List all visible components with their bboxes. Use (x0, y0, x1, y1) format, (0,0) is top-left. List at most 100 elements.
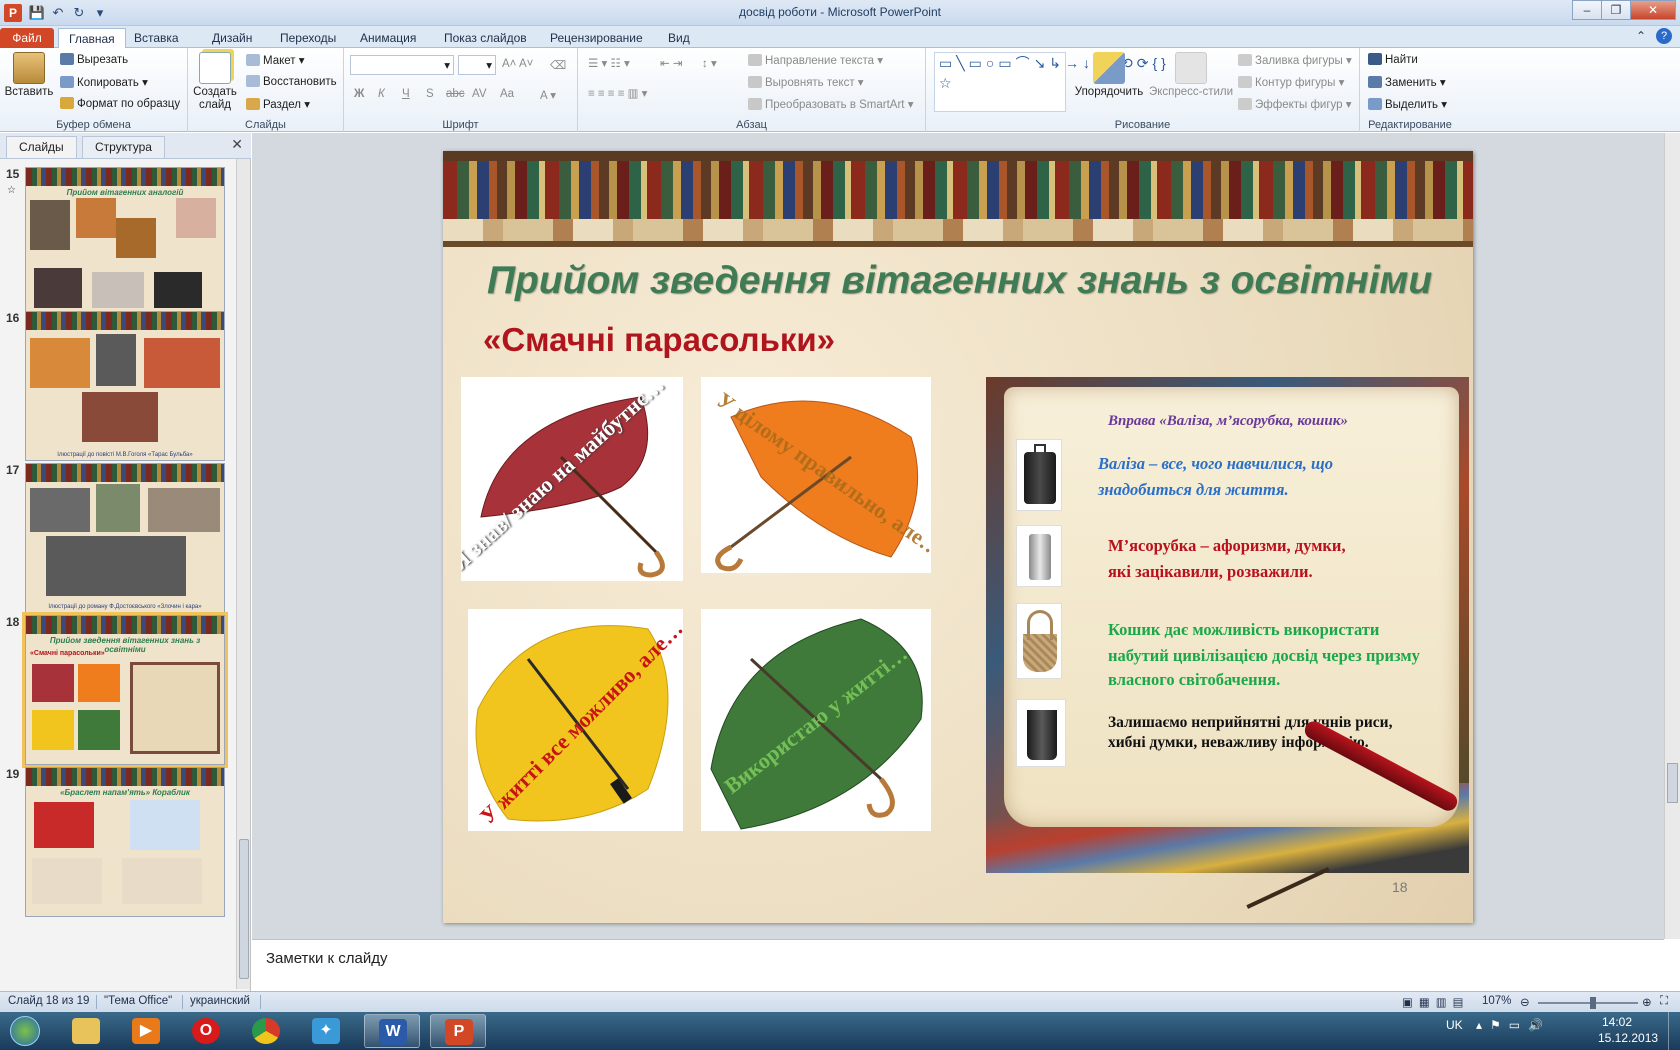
help-icon[interactable]: ? (1656, 28, 1672, 44)
shadow-button[interactable]: S (426, 88, 434, 100)
text-direction-button[interactable]: Направление текста ▾ (748, 53, 883, 67)
reset-button[interactable]: Восстановить (246, 75, 337, 88)
tray-icons[interactable]: ▴⚑▭🔊 (1476, 1018, 1551, 1032)
close-button[interactable]: ✕ (1630, 0, 1676, 20)
tab-transitions[interactable]: Переходы (270, 28, 346, 48)
view-buttons[interactable]: ▣▦▥▤ (1402, 995, 1469, 1009)
taskbar-word[interactable]: W (364, 1014, 420, 1048)
taskbar-explorer[interactable] (58, 1014, 114, 1048)
strikethrough-button[interactable]: abc (446, 88, 465, 100)
arrange-button[interactable]: Упорядочить (1072, 52, 1146, 99)
grow-font-icon[interactable]: A˄ A˅ (502, 58, 533, 70)
align-icons[interactable]: ≡ ≡ ≡ ≡ ▥ ▾ (588, 86, 647, 100)
cut-button[interactable]: Вырезать (60, 53, 128, 66)
format-painter-button[interactable]: Формат по образцу (60, 97, 180, 110)
taskbar-media[interactable]: ▶ (118, 1014, 174, 1048)
zoom-level[interactable]: 107% (1482, 995, 1511, 1007)
new-slide-button[interactable]: Создать слайд (192, 52, 238, 112)
layout-icon (246, 54, 260, 66)
panel-scroll-thumb[interactable] (239, 839, 249, 979)
font-color-icon[interactable]: A ▾ (540, 88, 556, 102)
thumb-scroll-panel (130, 662, 220, 754)
smartart-button[interactable]: Преобразовать в SmartArt ▾ (748, 97, 913, 111)
zoom-slider[interactable] (1538, 997, 1638, 1009)
font-name-select[interactable]: ▾ (350, 55, 454, 75)
taskbar-chrome[interactable] (238, 1014, 294, 1048)
tab-home[interactable]: Главная (58, 28, 126, 48)
cursor-icon (1368, 98, 1382, 110)
start-button[interactable] (2, 1012, 48, 1050)
char-spacing-button[interactable]: AV (472, 88, 487, 100)
replace-button[interactable]: Заменить ▾ (1368, 75, 1446, 89)
select-button[interactable]: Выделить ▾ (1368, 97, 1447, 111)
paste-button[interactable]: Вставить (4, 52, 54, 99)
quick-styles-button[interactable]: Экспресс-стили (1148, 52, 1234, 99)
find-button[interactable]: Найти (1368, 53, 1418, 66)
suitcase-text-1: Валіза – все, чого навчилися, що (1098, 454, 1334, 473)
thumb-photo (82, 392, 158, 442)
bullets-icon[interactable]: ☰ ▾ ☷ ▾ (588, 56, 630, 70)
bold-button[interactable]: Ж (354, 88, 364, 100)
clock-time[interactable]: 14:02 (1602, 1015, 1632, 1029)
current-slide[interactable]: Прийом зведення вітагенних знань з освіт… (443, 151, 1473, 923)
clock-date[interactable]: 15.12.2013 (1598, 1031, 1658, 1045)
maximize-button[interactable]: ❐ (1601, 0, 1631, 20)
taskbar-bird[interactable]: ✦ (298, 1014, 354, 1048)
underline-button[interactable]: Ч (402, 88, 410, 100)
tab-design[interactable]: Дизайн (202, 28, 262, 48)
shape-effects-button[interactable]: Эффекты фигур ▾ (1238, 97, 1352, 111)
exercise-panel[interactable]: Вправа «Валіза, м’ясорубка, кошик» Валіз… (986, 377, 1469, 873)
show-desktop-button[interactable] (1668, 1012, 1680, 1050)
tab-animation[interactable]: Анимация (350, 28, 426, 48)
tab-slides[interactable]: Слайды (6, 136, 77, 158)
thumb-photo (92, 272, 144, 308)
umbrella-yellow[interactable]: У житті все можливо, але… (468, 609, 683, 831)
theme-name[interactable]: "Тема Office" (104, 995, 172, 1007)
font-size-select[interactable]: ▾ (458, 55, 496, 75)
tab-file[interactable]: Файл (0, 28, 54, 48)
zoom-out-icon[interactable]: ⊖ (1520, 995, 1530, 1009)
tab-insert[interactable]: Вставка (124, 28, 189, 48)
panel-scrollbar[interactable] (236, 159, 250, 989)
zoom-slider-handle[interactable] (1590, 997, 1596, 1009)
basket-text-1: Кошик дає можливість використати (1108, 620, 1380, 639)
italic-button[interactable]: К (378, 88, 385, 100)
slide-title[interactable]: Прийом зведення вітагенних знань з освіт… (487, 259, 1473, 303)
clear-format-icon[interactable]: ⌫ (550, 58, 566, 72)
collapse-ribbon-icon[interactable]: ⌃ (1636, 29, 1646, 43)
align-text-button[interactable]: Выровнять текст ▾ (748, 75, 864, 89)
editor-scroll-thumb[interactable] (1667, 763, 1678, 803)
line-spacing-icon[interactable]: ↕ ▾ (702, 56, 717, 70)
tab-view[interactable]: Вид (658, 28, 700, 48)
thumb-photo (34, 802, 94, 848)
minimize-button[interactable]: – (1572, 0, 1602, 20)
layout-button[interactable]: Макет ▾ (246, 53, 305, 67)
tab-outline[interactable]: Структура (82, 136, 165, 158)
notes-pane[interactable]: Заметки к слайду (252, 939, 1664, 991)
binoculars-icon (1368, 53, 1382, 65)
slide-subtitle[interactable]: «Смачні парасольки» (483, 321, 835, 359)
taskbar-opera[interactable]: O (178, 1014, 234, 1048)
copy-button[interactable]: Копировать ▾ (60, 75, 148, 89)
tab-review[interactable]: Рецензирование (540, 28, 653, 48)
close-panel-icon[interactable]: ✕ (231, 136, 243, 153)
fit-slide-icon[interactable]: ⛶ (1660, 995, 1668, 1008)
section-button[interactable]: Раздел ▾ (246, 97, 310, 111)
taskbar-powerpoint[interactable]: P (430, 1014, 486, 1048)
editor-scrollbar[interactable] (1664, 133, 1680, 939)
keyboard-language[interactable]: UK (1446, 1018, 1463, 1032)
tab-slideshow[interactable]: Показ слайдов (434, 28, 537, 48)
umbrella-orange[interactable]: У цілому правильно, але… (701, 377, 931, 573)
group-clipboard: Вставить Вырезать Копировать ▾ Формат по… (0, 48, 188, 132)
shape-outline-button[interactable]: Контур фигуры ▾ (1238, 75, 1344, 89)
zoom-in-icon[interactable]: ⊕ (1642, 995, 1652, 1009)
shape-fill-button[interactable]: Заливка фигуры ▾ (1238, 53, 1352, 67)
title-bar: P 💾 ↶ ↻ ▾ досвід роботи - Microsoft Powe… (0, 0, 1680, 26)
window-controls: – ❐ ✕ (1572, 0, 1676, 20)
language[interactable]: украинский (190, 995, 250, 1007)
indent-icon[interactable]: ⇤ ⇥ (660, 56, 682, 70)
umbrella-green[interactable]: Використаю у житті… (701, 609, 931, 831)
change-case-button[interactable]: Aa (500, 88, 514, 100)
umbrella-red[interactable]: Я знав/ знаю на майбутнє… (461, 377, 683, 581)
shapes-gallery[interactable]: ▭╲▭○▭⌒↘↳→↓⬠⌇⟲⟳{}☆ (934, 52, 1166, 112)
